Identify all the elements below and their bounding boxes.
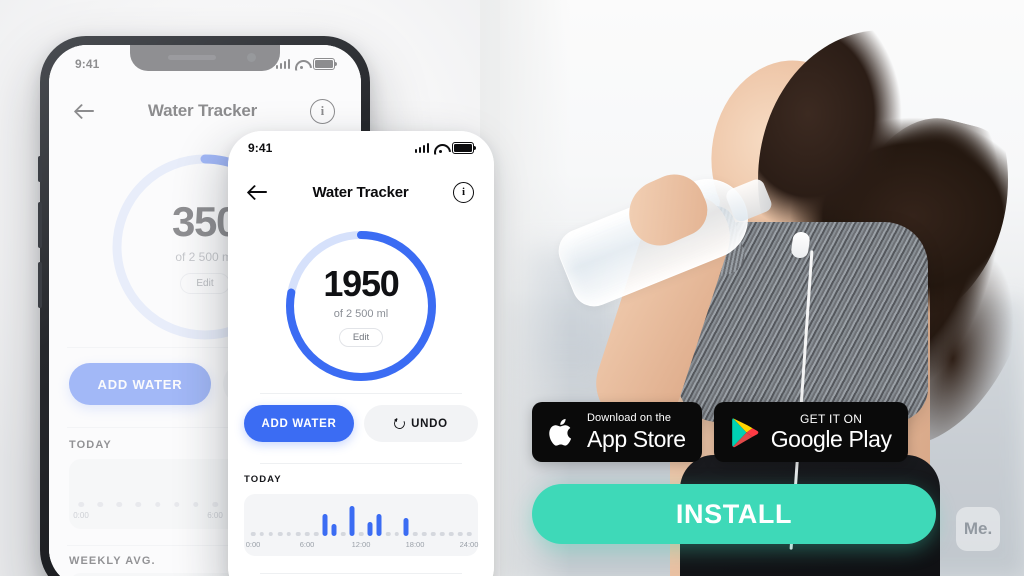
battery-full-icon — [313, 58, 338, 70]
wifi-icon — [295, 59, 308, 69]
today-bar — [322, 514, 328, 536]
today-bar — [331, 524, 337, 536]
today-empty-slot — [457, 531, 463, 536]
today-empty-slot — [394, 531, 400, 536]
today-empty-slot — [286, 531, 292, 536]
brand-watermark: Me. — [956, 507, 1000, 551]
back-nav-bar: Water Tracker i — [49, 91, 361, 131]
undo-circular-arrow-icon — [394, 417, 405, 429]
front-divider-3 — [260, 573, 462, 574]
battery-full-icon — [452, 142, 477, 154]
cellular-signal-icon — [275, 59, 290, 69]
today-empty-slot — [154, 501, 161, 507]
cellular-signal-icon — [414, 143, 429, 153]
today-empty-slot — [439, 531, 445, 536]
store-badges: Download on the App Store GET IT ON Goog… — [532, 402, 908, 462]
today-empty-slot — [116, 501, 123, 507]
back-edit-goal-button[interactable]: Edit — [180, 272, 230, 294]
today-empty-slot — [385, 531, 391, 536]
info-icon[interactable]: i — [452, 181, 474, 203]
today-empty-slot — [448, 531, 454, 536]
promo-banner: 9:41 Water Tracker i 350 of 2 500 ml Edi… — [0, 0, 1024, 576]
back-add-water-button[interactable]: ADD WATER — [69, 363, 211, 405]
today-empty-slot — [304, 531, 310, 536]
today-empty-slot — [412, 531, 418, 536]
front-action-row: ADD WATER UNDO — [228, 405, 494, 442]
phone-mockup-front: 9:41 Water Tracker i 1950 of 2 500 ml Ed… — [228, 131, 494, 576]
app-store-big-text: App Store — [587, 426, 686, 452]
back-status-time: 9:41 — [75, 57, 100, 71]
google-play-logo-icon — [730, 416, 760, 449]
today-empty-slot — [268, 531, 274, 536]
today-empty-slot — [259, 531, 265, 536]
back-status-bar: 9:41 — [49, 51, 361, 77]
app-store-badge[interactable]: Download on the App Store — [532, 402, 702, 462]
today-empty-slot — [466, 531, 472, 536]
front-divider-2 — [260, 463, 462, 464]
today-empty-slot — [193, 501, 199, 507]
front-divider-1 — [260, 393, 462, 394]
app-store-small-text: Download on the — [587, 412, 672, 424]
today-empty-slot — [277, 531, 283, 536]
front-ring-subtitle: of 2 500 ml — [333, 307, 389, 320]
google-play-small-text: GET IT ON — [800, 412, 863, 426]
today-empty-slot — [358, 531, 364, 536]
back-weekly-label: WEEKLY AVG. — [69, 555, 156, 567]
axis-tick-label: 24:00 — [459, 540, 479, 549]
today-empty-slot — [173, 501, 180, 507]
install-button[interactable]: INSTALL — [532, 484, 936, 544]
today-empty-slot — [97, 501, 103, 507]
today-bar — [403, 518, 409, 536]
today-empty-slot — [421, 531, 427, 536]
today-empty-slot — [135, 501, 142, 507]
today-empty-slot — [430, 531, 436, 536]
wifi-icon — [434, 143, 447, 153]
today-bar — [349, 506, 355, 536]
google-play-badge[interactable]: GET IT ON Google Play — [713, 402, 908, 462]
today-empty-slot — [295, 531, 301, 536]
front-status-bar: 9:41 — [228, 131, 494, 165]
today-empty-slot — [313, 531, 319, 536]
back-arrow-icon[interactable] — [75, 102, 95, 120]
axis-tick-label: 0:00 — [245, 540, 261, 549]
front-undo-label: UNDO — [411, 417, 448, 430]
axis-tick-label: 12:00 — [351, 540, 371, 549]
front-status-time: 9:41 — [248, 141, 273, 155]
front-nav-title: Water Tracker — [312, 183, 409, 201]
front-progress-ring: 1950 of 2 500 ml Edit — [281, 226, 441, 386]
front-today-chart: 0:00 6:00 12:00 18:00 24:00 — [244, 494, 478, 556]
front-edit-goal-button[interactable]: Edit — [338, 327, 384, 347]
back-ring-subtitle: of 2 500 ml — [175, 249, 235, 264]
back-arrow-icon[interactable] — [248, 183, 268, 201]
today-bar — [367, 522, 373, 536]
back-today-label: TODAY — [69, 439, 112, 451]
front-today-bars — [250, 500, 472, 536]
front-nav-bar: Water Tracker i — [228, 171, 494, 213]
front-today-label: TODAY — [244, 474, 282, 485]
front-add-water-button[interactable]: ADD WATER — [244, 405, 354, 442]
today-empty-slot — [78, 501, 84, 507]
axis-tick-label: 6:00 — [207, 511, 223, 520]
back-nav-title: Water Tracker — [147, 101, 258, 120]
today-empty-slot — [212, 501, 218, 507]
google-play-big-text: Google Play — [770, 426, 892, 452]
info-icon[interactable]: i — [309, 98, 335, 124]
axis-tick-label: 18:00 — [405, 540, 425, 549]
apple-logo-icon — [548, 415, 576, 449]
axis-tick-label: 6:00 — [299, 540, 315, 549]
front-phone-screen: 9:41 Water Tracker i 1950 of 2 500 ml Ed… — [228, 131, 494, 576]
axis-tick-label: 0:00 — [73, 511, 89, 520]
front-today-axis: 0:00 6:00 12:00 18:00 24:00 — [246, 540, 479, 551]
today-bar — [376, 514, 382, 536]
front-undo-button[interactable]: UNDO — [364, 405, 478, 442]
front-ring-value: 1950 — [323, 262, 400, 304]
today-empty-slot — [250, 531, 256, 536]
today-empty-slot — [340, 531, 346, 536]
